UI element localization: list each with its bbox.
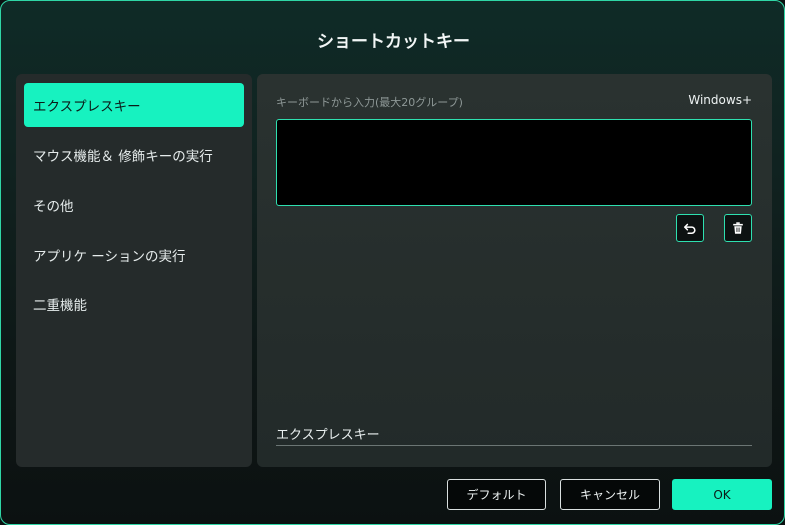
key-name-field[interactable]: エクスプレスキー (276, 422, 752, 446)
keyboard-input-label: キーボードから入力(最大20グループ) (276, 96, 463, 109)
sidebar-item-express-keys[interactable]: エクスプレスキー (24, 83, 244, 127)
delete-button[interactable] (724, 214, 752, 242)
trash-icon (733, 222, 743, 234)
undo-icon (683, 223, 696, 235)
sidebar-item-mouse-modifier[interactable]: マウス機能＆ 修飾キーの実行 (24, 133, 244, 177)
ok-button[interactable]: OK (672, 479, 772, 510)
settings-panel: キーボードから入力(最大20グループ) Windows+ エクスプレスキー (257, 74, 772, 467)
shortcut-key-dialog: ショートカットキー エクスプレスキー マウス機能＆ 修飾キーの実行 その他 アプ… (0, 0, 785, 525)
key-input-box[interactable] (276, 119, 752, 206)
windows-modifier-label: Windows+ (688, 93, 752, 107)
sidebar: エクスプレスキー マウス機能＆ 修飾キーの実行 その他 アプリケ ーションの実行… (16, 74, 252, 467)
dialog-title: ショートカットキー (317, 32, 470, 52)
sidebar-item-other[interactable]: その他 (24, 183, 244, 227)
default-button[interactable]: デフォルト (447, 479, 546, 510)
cancel-button[interactable]: キャンセル (560, 479, 660, 510)
undo-button[interactable] (676, 214, 704, 242)
sidebar-item-run-application[interactable]: アプリケ ーションの実行 (24, 233, 244, 277)
sidebar-item-dual-function[interactable]: 二重機能 (24, 282, 244, 326)
